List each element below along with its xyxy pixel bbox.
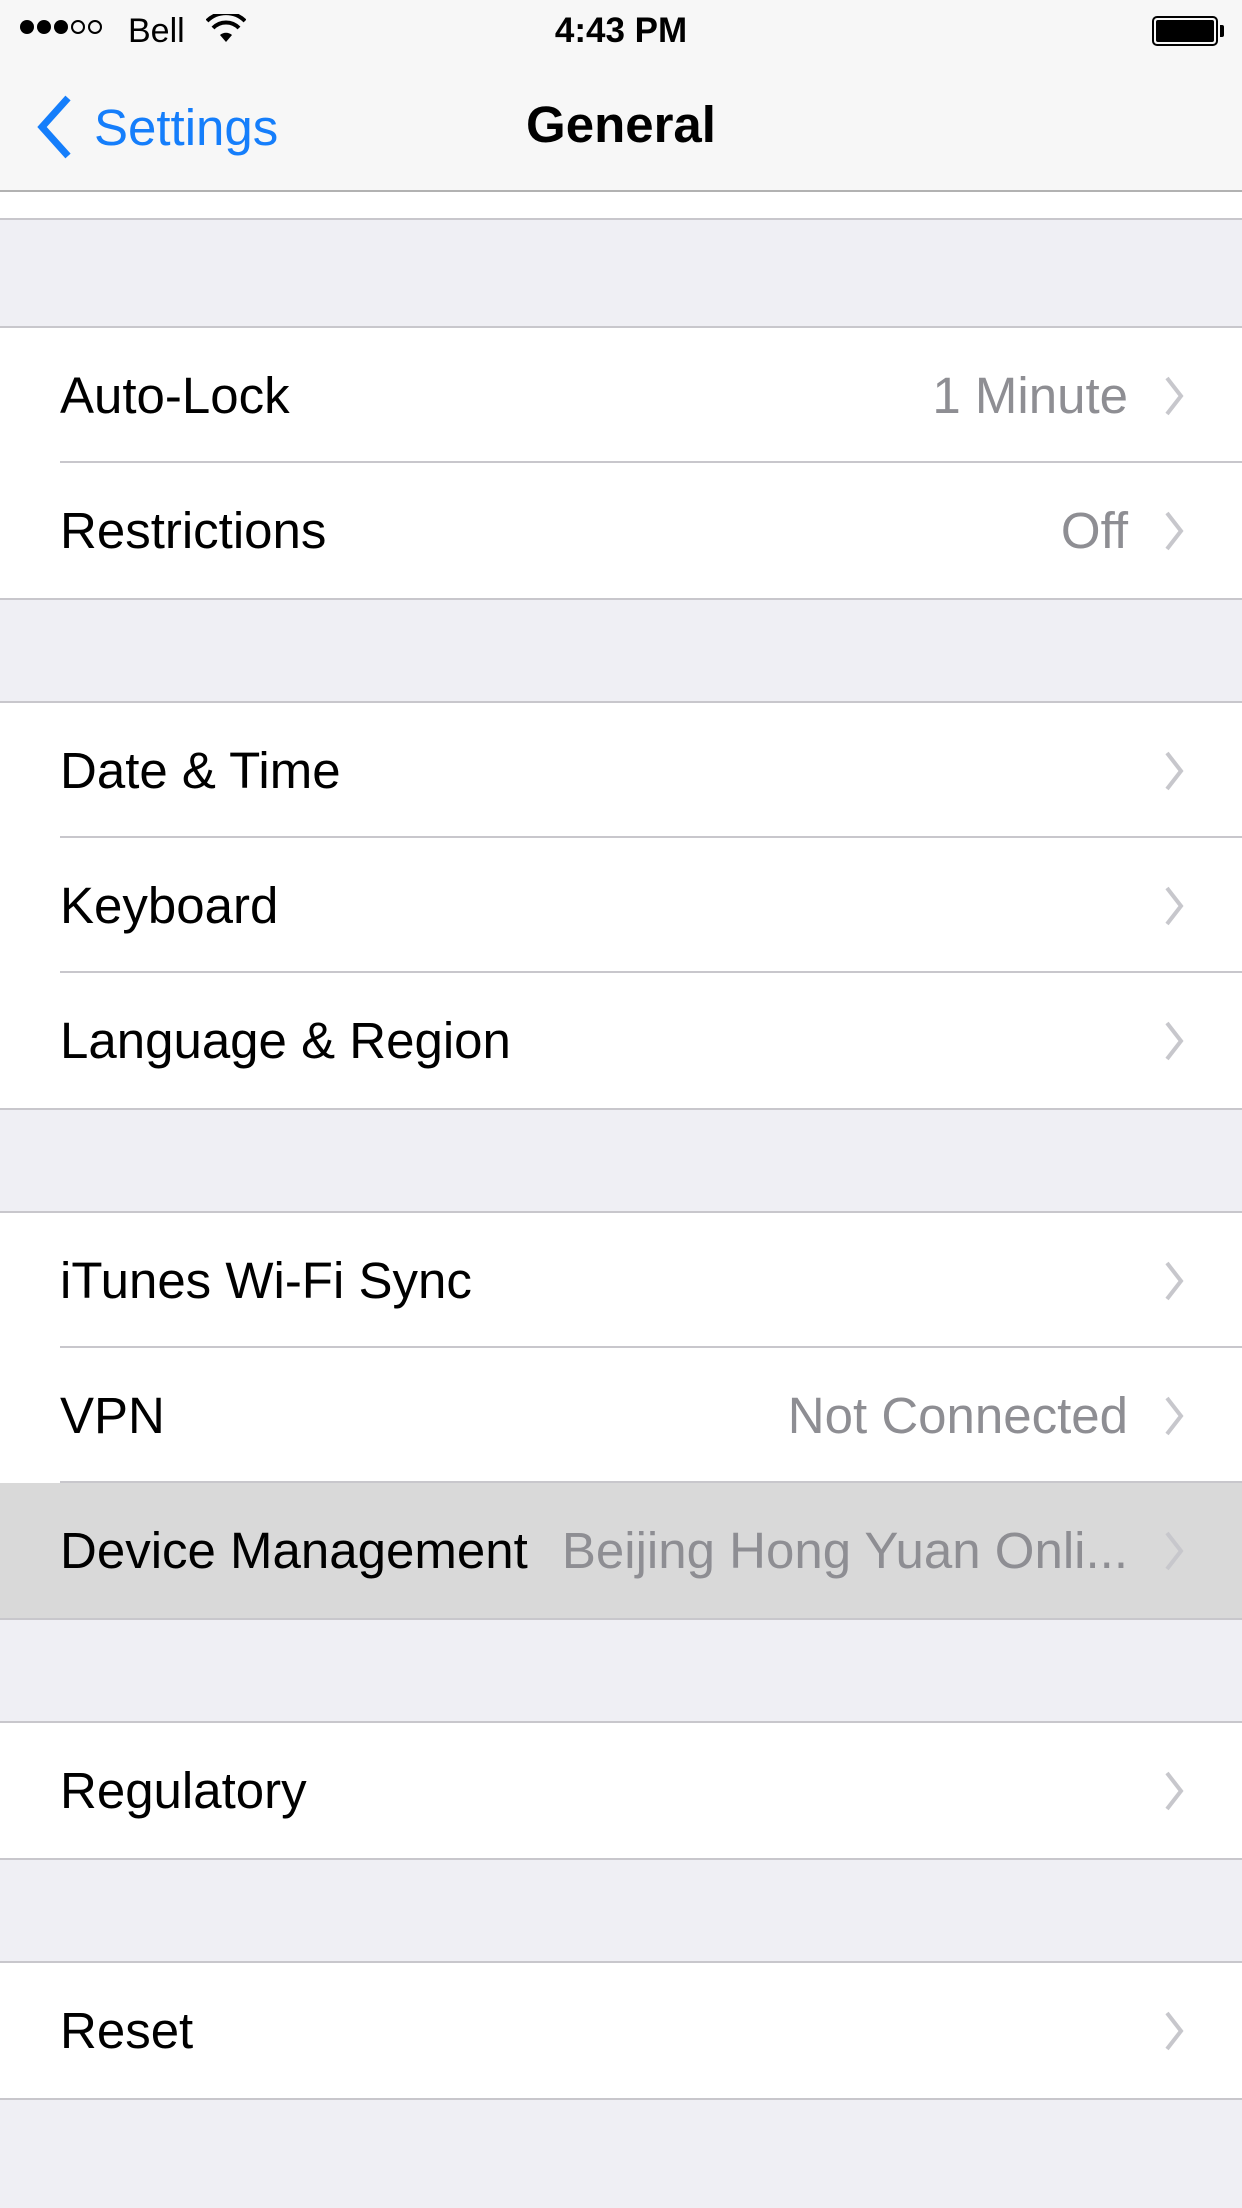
battery-fill bbox=[1156, 20, 1214, 42]
row-restrictions[interactable]: Restrictions Off bbox=[0, 463, 1242, 598]
chevron-right-icon bbox=[1165, 1021, 1184, 1060]
row-keyboard[interactable]: Keyboard bbox=[0, 838, 1242, 973]
chevron-right-icon bbox=[1165, 1261, 1184, 1300]
status-time: 4:43 PM bbox=[554, 11, 688, 50]
row-label: Restrictions bbox=[60, 502, 327, 559]
row-regulatory[interactable]: Regulatory bbox=[0, 1723, 1242, 1858]
row-device-management[interactable]: Device Management Beijing Hong Yuan Onli… bbox=[0, 1483, 1242, 1618]
row-value: 1 Minute bbox=[932, 367, 1128, 424]
row-label: VPN bbox=[60, 1387, 165, 1444]
row-label: Keyboard bbox=[60, 877, 279, 934]
row-label: Date & Time bbox=[60, 742, 341, 799]
row-language-region[interactable]: Language & Region bbox=[0, 973, 1242, 1108]
battery-tip bbox=[1220, 25, 1224, 37]
settings-group-lock: Auto-Lock 1 Minute Restrictions Off bbox=[0, 326, 1242, 600]
row-label: Reset bbox=[60, 2002, 194, 2059]
chevron-right-icon bbox=[1165, 751, 1184, 790]
settings-group-network: iTunes Wi-Fi Sync VPN Not Connected Devi… bbox=[0, 1211, 1242, 1620]
row-auto-lock[interactable]: Auto-Lock 1 Minute bbox=[0, 328, 1242, 463]
row-value: Off bbox=[1060, 502, 1128, 559]
row-label: Device Management bbox=[60, 1522, 528, 1579]
row-vpn[interactable]: VPN Not Connected bbox=[0, 1348, 1242, 1483]
chevron-right-icon bbox=[1165, 886, 1184, 925]
navigation-bar: Bell 4:43 PM Settings General bbox=[0, 0, 1242, 192]
back-button-label: Settings bbox=[94, 98, 279, 156]
row-label: Auto-Lock bbox=[60, 367, 290, 424]
row-label: Regulatory bbox=[60, 1762, 307, 1819]
chevron-right-icon bbox=[1165, 511, 1184, 550]
battery-icon bbox=[1152, 16, 1218, 46]
row-label: Language & Region bbox=[60, 1012, 511, 1069]
chevron-right-icon bbox=[1165, 1771, 1184, 1810]
status-bar: Bell 4:43 PM bbox=[0, 0, 1242, 60]
previous-group-bottom bbox=[0, 192, 1242, 220]
row-reset[interactable]: Reset bbox=[0, 1963, 1242, 2098]
chevron-right-icon bbox=[1165, 2011, 1184, 2050]
back-button[interactable]: Settings bbox=[34, 92, 278, 162]
settings-group-regulatory: Regulatory bbox=[0, 1721, 1242, 1860]
chevron-right-icon bbox=[1165, 376, 1184, 415]
row-label: iTunes Wi-Fi Sync bbox=[60, 1252, 472, 1309]
chevron-right-icon bbox=[1165, 1396, 1184, 1435]
chevron-right-icon bbox=[1165, 1531, 1184, 1570]
chevron-left-icon bbox=[37, 95, 71, 159]
row-date-time[interactable]: Date & Time bbox=[0, 703, 1242, 838]
row-value: Beijing Hong Yuan Onli... bbox=[561, 1522, 1128, 1579]
row-itunes-wifi-sync[interactable]: iTunes Wi-Fi Sync bbox=[0, 1213, 1242, 1348]
settings-group-reset: Reset bbox=[0, 1961, 1242, 2100]
settings-group-locale: Date & Time Keyboard Language & Region bbox=[0, 701, 1242, 1110]
row-value: Not Connected bbox=[787, 1387, 1128, 1444]
